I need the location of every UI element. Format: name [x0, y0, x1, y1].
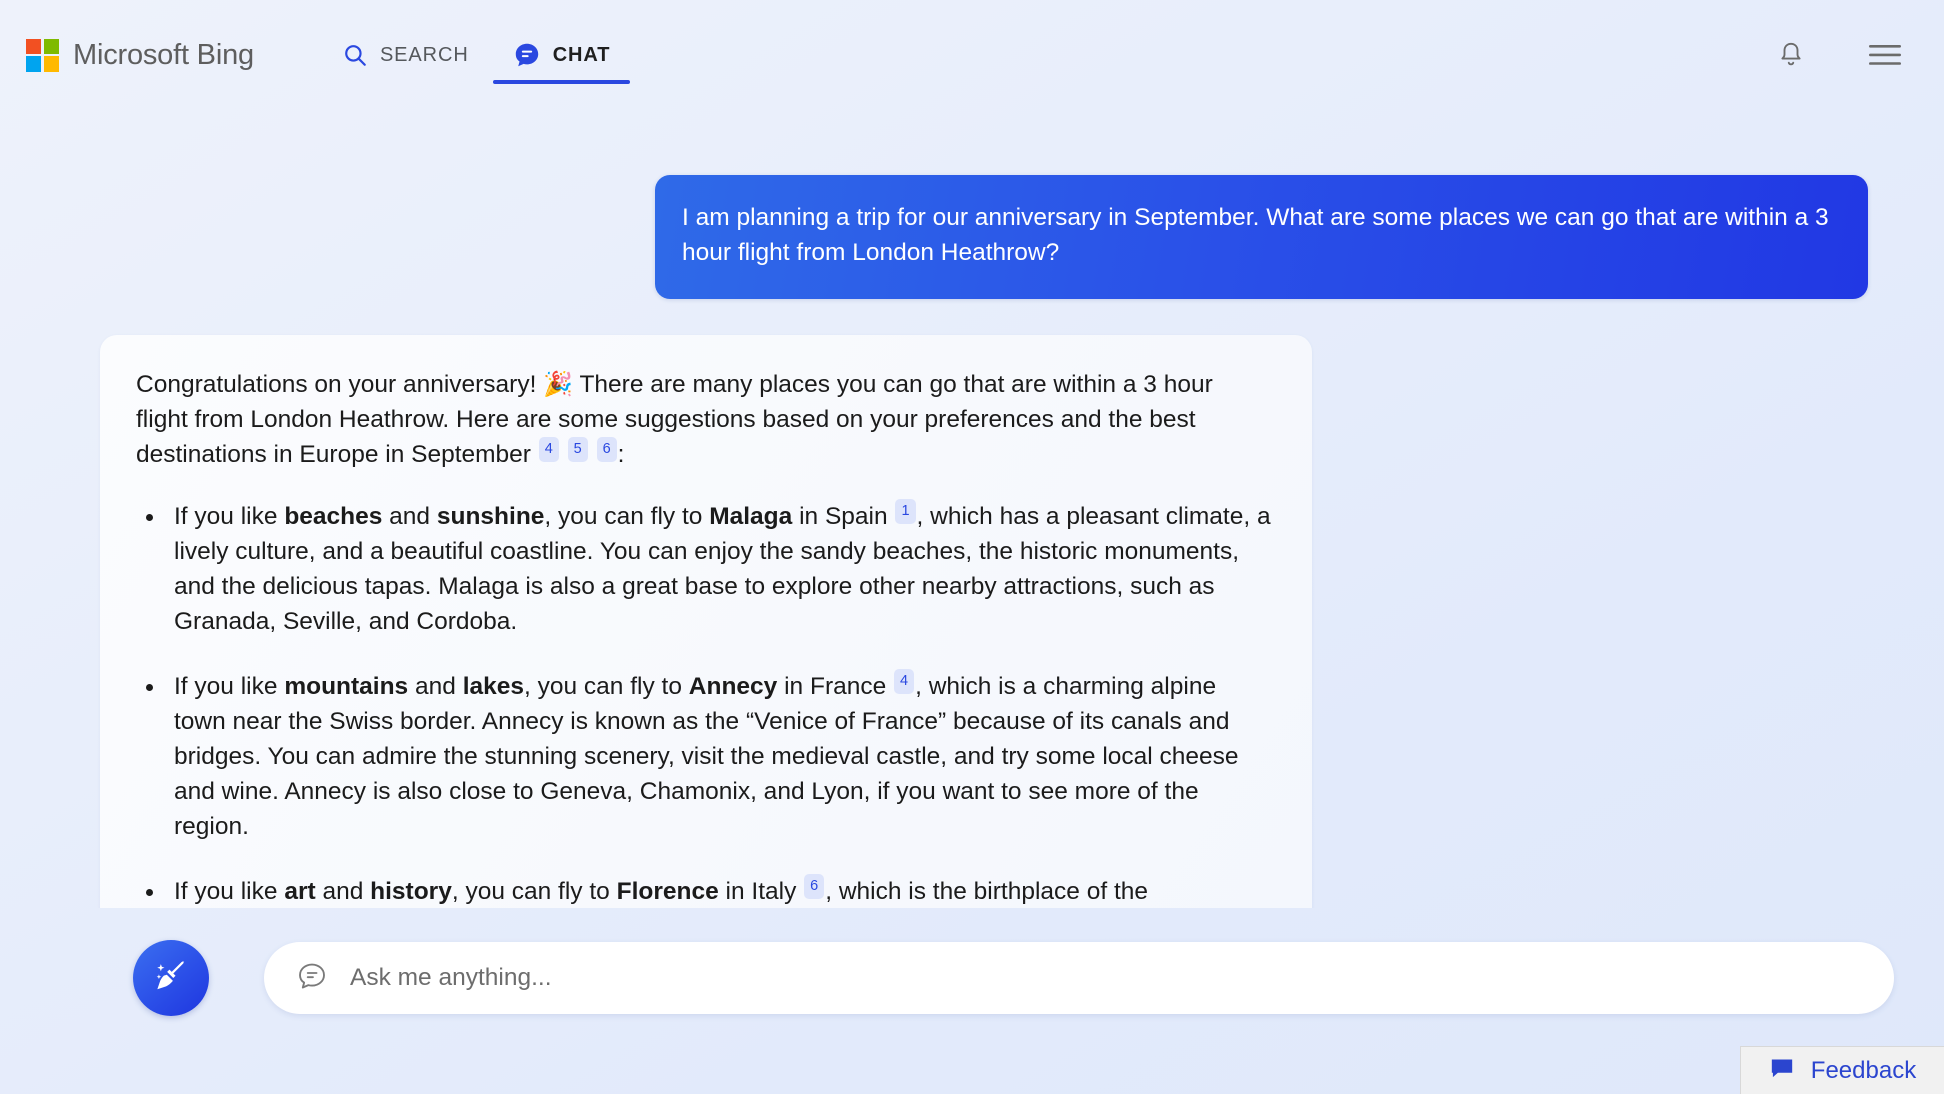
- microsoft-logo-icon: [26, 38, 59, 72]
- party-popper-emoji: 🎉: [543, 371, 574, 398]
- bing-brand[interactable]: Microsoft Bing: [26, 38, 254, 72]
- bullet-mid: , you can fly to: [524, 673, 689, 700]
- intro-text-part1: Congratulations on your anniversary!: [136, 371, 537, 398]
- header-actions: [1776, 40, 1910, 70]
- feedback-button[interactable]: Feedback: [1740, 1046, 1944, 1094]
- top-header: Microsoft Bing SEARCH CHAT: [0, 0, 1944, 110]
- logo-square-blue: [26, 56, 42, 72]
- notifications-icon[interactable]: [1776, 40, 1806, 70]
- bullet-destination: Florence: [616, 878, 719, 905]
- chat-scroll-area[interactable]: I am planning a trip for our anniversary…: [0, 110, 1944, 908]
- search-icon: [342, 42, 368, 68]
- bullet-country: in Italy: [718, 878, 797, 905]
- citation-badge[interactable]: 5: [567, 437, 588, 462]
- chat-bubble-icon: [513, 41, 541, 69]
- bullet-country: in France: [777, 673, 887, 700]
- hamburger-menu-icon[interactable]: [1868, 42, 1902, 68]
- citation-badge[interactable]: 6: [804, 874, 825, 899]
- tab-chat[interactable]: CHAT: [491, 0, 633, 110]
- tab-chat-label: CHAT: [552, 43, 611, 66]
- list-item: If you like art and history, you can fly…: [130, 874, 1272, 908]
- bullet-lead: If you like: [174, 673, 285, 700]
- user-message-bubble: I am planning a trip for our anniversary…: [655, 175, 1868, 299]
- list-item: If you like mountains and lakes, you can…: [130, 669, 1272, 844]
- bullet-mid: and: [382, 503, 437, 530]
- broom-sweep-icon: [150, 955, 192, 1002]
- intro-colon: :: [617, 441, 625, 468]
- logo-square-green: [43, 38, 59, 54]
- bot-message-row: Congratulations on your anniversary! 🎉 T…: [0, 299, 1944, 908]
- bullet-country: in Spain: [792, 503, 888, 530]
- citation-badge[interactable]: 4: [894, 669, 915, 694]
- chat-input[interactable]: [350, 964, 1862, 992]
- citation-badge[interactable]: 6: [596, 437, 617, 462]
- bullet-mid: and: [315, 878, 371, 905]
- citation-badge[interactable]: 1: [895, 499, 916, 524]
- bullet-mid: , you can fly to: [544, 503, 710, 530]
- bullet-mid: , you can fly to: [451, 878, 617, 905]
- feedback-speech-bubble-icon: [1769, 1055, 1795, 1086]
- bullet-destination: Annecy: [688, 673, 778, 700]
- bullet-mid: and: [408, 673, 463, 700]
- bullet-keyword: beaches: [284, 503, 383, 530]
- bullet-keyword: history: [370, 878, 452, 905]
- logo-square-yellow: [43, 56, 59, 72]
- list-item: If you like beaches and sunshine, you ca…: [130, 499, 1272, 639]
- chat-bubble-outline-icon: [296, 960, 328, 997]
- bullet-keyword: lakes: [462, 673, 524, 700]
- bullet-keyword: art: [284, 878, 316, 905]
- feedback-label: Feedback: [1810, 1056, 1917, 1084]
- new-topic-button[interactable]: [133, 940, 209, 1016]
- user-message-row: I am planning a trip for our anniversary…: [0, 110, 1944, 299]
- chat-input-wrapper[interactable]: [264, 942, 1894, 1014]
- logo-square-orange: [26, 38, 42, 54]
- tab-search[interactable]: SEARCH: [320, 0, 491, 110]
- bullet-keyword: sunshine: [436, 503, 545, 530]
- composer-bar: [0, 908, 1944, 1094]
- bullet-destination: Malaga: [709, 503, 793, 530]
- tab-search-label: SEARCH: [379, 43, 469, 66]
- bullet-lead: If you like: [174, 878, 285, 905]
- bullet-keyword: mountains: [284, 673, 409, 700]
- suggestions-list: If you like beaches and sunshine, you ca…: [130, 499, 1272, 908]
- bot-intro-paragraph: Congratulations on your anniversary! 🎉 T…: [130, 367, 1272, 472]
- bullet-lead: If you like: [174, 503, 285, 530]
- citation-badge[interactable]: 4: [538, 437, 559, 462]
- bot-response-card: Congratulations on your anniversary! 🎉 T…: [100, 335, 1312, 908]
- brand-name: Microsoft Bing: [73, 38, 254, 71]
- nav-tabs: SEARCH CHAT: [320, 0, 632, 110]
